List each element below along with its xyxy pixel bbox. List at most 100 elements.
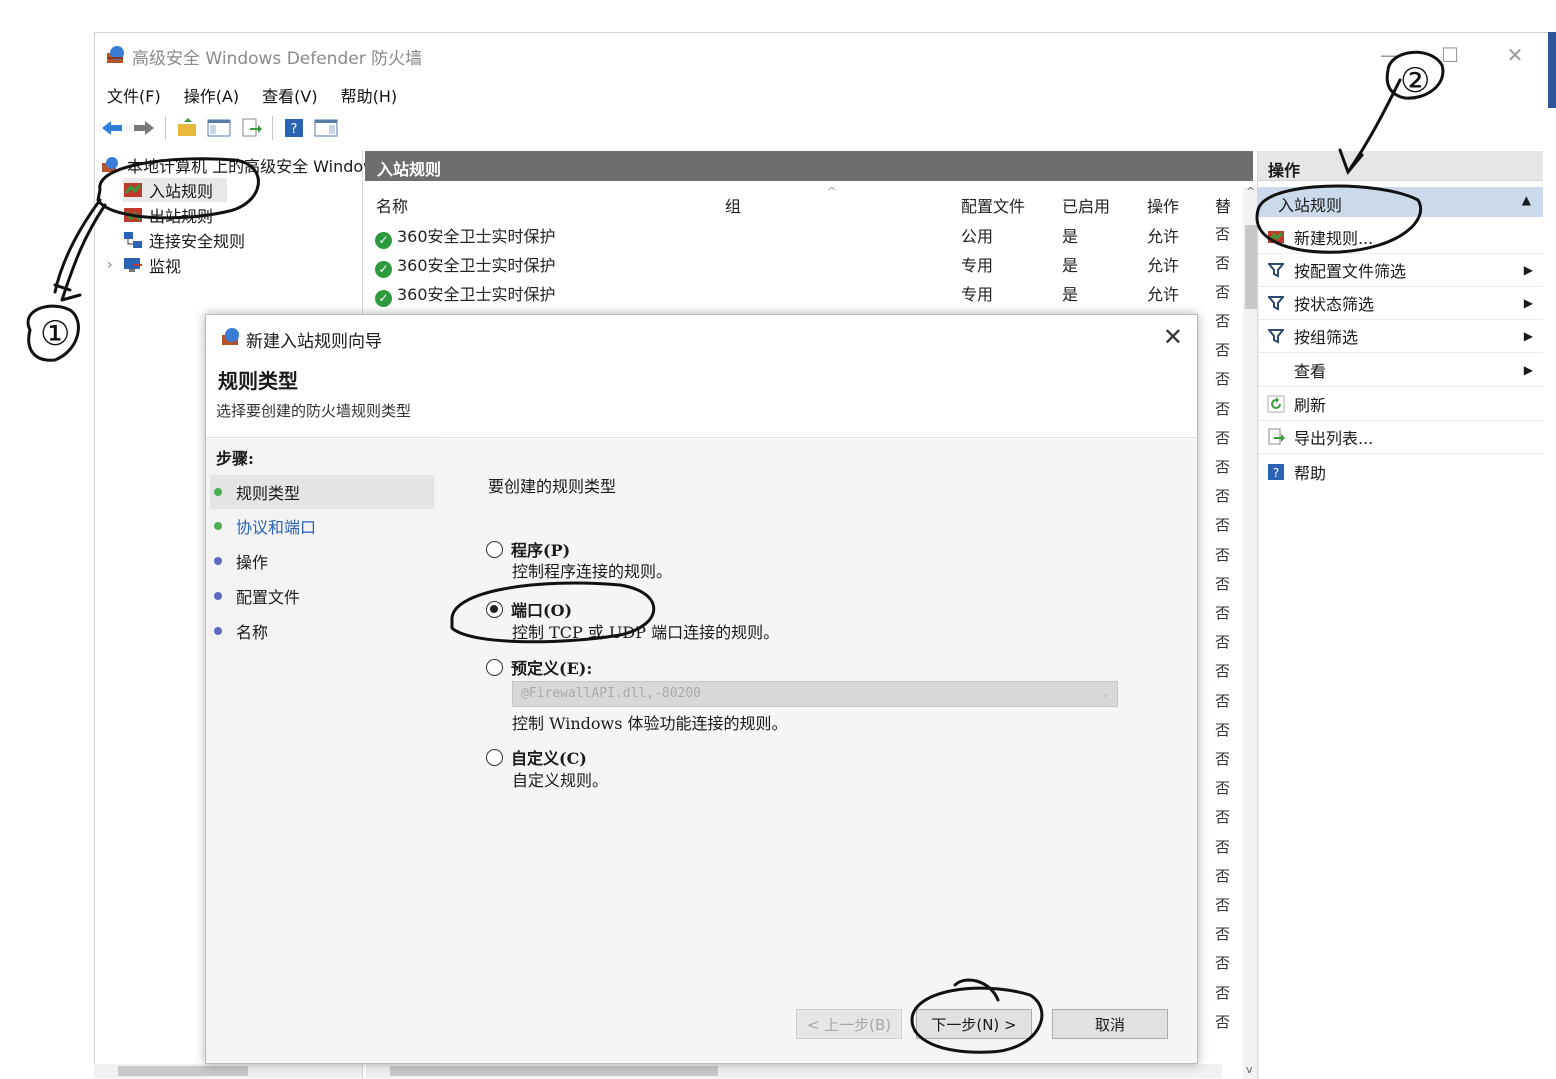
rule-override: 否 (1215, 225, 1231, 243)
tree-item-connection-security[interactable]: 连接安全规则 (123, 228, 245, 252)
actions-header: 操作 (1258, 151, 1543, 181)
action-pane-icon[interactable] (313, 115, 339, 141)
tree-horizontal-scrollbar[interactable] (94, 1064, 362, 1078)
option-custom[interactable]: 自定义(C) (486, 745, 587, 769)
actions-section-inbound[interactable]: 入站规则 ▲ (1258, 187, 1543, 217)
minimize-button[interactable]: — (1375, 43, 1405, 67)
predefined-rule-select[interactable]: @FirewallAPI.dll,-80200 ⌄ (512, 681, 1118, 707)
option-predefined[interactable]: 预定义(E): (486, 655, 592, 679)
action-filter-state[interactable]: 按状态筛选 ▶ (1258, 287, 1543, 320)
tree-item-outbound-rules[interactable]: 出站规则 (123, 203, 213, 227)
rule-enabled: 是 (1062, 256, 1079, 275)
actions-section-label: 入站规则 (1278, 196, 1343, 215)
rule-name-cell: ✓ 360安全卫士实时保护 (375, 252, 556, 278)
action-filter-profile[interactable]: 按配置文件筛选 ▶ (1258, 254, 1543, 287)
chevron-down-icon: ⌄ (1101, 685, 1109, 699)
step-rule-type[interactable]: 规则类型 (210, 475, 434, 509)
option-port[interactable]: 端口(O) (486, 597, 572, 621)
column-profile[interactable]: 配置文件 (961, 193, 1025, 217)
submenu-arrow-icon: ▶ (1523, 263, 1533, 277)
scroll-thumb[interactable] (390, 1066, 718, 1076)
radio-predefined[interactable] (486, 658, 503, 676)
menu-bar: 文件(F) 操作(A) 查看(V) 帮助(H) (95, 79, 408, 109)
step-action[interactable]: 操作 (210, 544, 434, 578)
step-bullet-icon (214, 522, 222, 530)
action-help[interactable]: ? 帮助 (1258, 455, 1543, 488)
close-button[interactable]: ✕ (1500, 43, 1530, 67)
radio-custom[interactable] (486, 748, 503, 766)
rule-enabled: 是 (1062, 227, 1079, 246)
next-button[interactable]: 下一步(N) > (916, 1009, 1032, 1039)
action-refresh[interactable]: 刷新 (1258, 388, 1543, 421)
rule-override: 否 (1215, 574, 1231, 593)
rules-panel-header: 入站规则 (365, 151, 1253, 181)
export-list-icon (1258, 428, 1294, 446)
column-action[interactable]: 操作 (1147, 193, 1179, 217)
action-label: 刷新 (1294, 396, 1327, 415)
show-hide-tree-icon[interactable] (206, 115, 232, 141)
scroll-thumb[interactable] (1245, 225, 1257, 309)
toolbar: ? (99, 113, 339, 143)
column-name[interactable]: 名称 (376, 193, 408, 217)
option-description: 控制 Windows 体验功能连接的规则。 (512, 714, 788, 733)
rule-override: 否 (1215, 896, 1231, 914)
action-view[interactable]: 查看 ▶ (1258, 354, 1543, 387)
help-icon[interactable]: ? (281, 115, 307, 141)
radio-program[interactable] (486, 540, 503, 558)
refresh-icon (1258, 395, 1294, 413)
rule-name-cell: ✓ 360安全卫士实时保护 (375, 281, 556, 307)
option-label: 自定义(C) (511, 749, 587, 768)
menu-file[interactable]: 文件(F) (95, 79, 172, 109)
new-inbound-rule-wizard: 新建入站规则向导 ✕ 规则类型 选择要创建的防火墙规则类型 步骤: 规则类型 协… (205, 314, 1198, 1064)
option-label: 预定义(E): (511, 659, 593, 678)
rule-override: 否 (1215, 720, 1231, 739)
maximize-button[interactable]: ☐ (1435, 43, 1465, 67)
tree-item-inbound-rules[interactable]: 入站规则 (123, 178, 227, 202)
tree-root[interactable]: 本地计算机 上的高级安全 Windows (101, 153, 385, 177)
menu-action[interactable]: 操作(A) (172, 79, 250, 109)
rule-override: 否 (1215, 866, 1231, 885)
help-icon: ? (1258, 463, 1294, 481)
rule-action: 允许 (1147, 227, 1180, 246)
up-folder-icon[interactable] (174, 115, 200, 141)
rule-profile: 专用 (961, 285, 994, 304)
tree-item-label: 出站规则 (149, 207, 214, 226)
step-bullet-icon (214, 627, 222, 635)
radio-port[interactable] (486, 600, 503, 618)
rule-enabled: 是 (1062, 285, 1079, 304)
tree-item-monitoring[interactable]: › 监视 (107, 253, 181, 277)
step-name[interactable]: 名称 (210, 614, 434, 648)
firewall-app-icon (222, 328, 239, 345)
scroll-up-icon[interactable]: ^ (1246, 185, 1255, 198)
rules-horizontal-scrollbar[interactable] (366, 1064, 1222, 1078)
scroll-down-icon[interactable]: v (1246, 1063, 1253, 1076)
step-protocol-ports[interactable]: 协议和端口 (210, 509, 434, 543)
rule-override: 否 (1215, 925, 1231, 944)
export-icon[interactable] (238, 115, 264, 141)
action-new-rule[interactable]: 新建规则... (1258, 221, 1543, 254)
scroll-thumb[interactable] (118, 1066, 248, 1076)
toolbar-separator (165, 116, 166, 140)
column-group[interactable]: 组 (725, 193, 741, 217)
expand-chevron-icon[interactable]: › (107, 257, 117, 273)
cancel-button[interactable]: 取消 (1052, 1009, 1168, 1039)
back-button[interactable]: < 上一步(B) (796, 1009, 902, 1039)
forward-arrow-icon[interactable] (131, 115, 157, 141)
column-override[interactable]: 替 (1215, 193, 1231, 217)
step-label: 名称 (236, 623, 269, 642)
option-description: 自定义规则。 (512, 771, 609, 790)
collapse-caret-icon[interactable]: ▲ (1522, 193, 1531, 207)
tree-item-label: 监视 (149, 257, 182, 276)
menu-view[interactable]: 查看(V) (250, 79, 328, 109)
back-arrow-icon[interactable] (99, 115, 125, 141)
submenu-arrow-icon: ▶ (1523, 296, 1533, 310)
step-profile[interactable]: 配置文件 (210, 579, 434, 613)
action-filter-group[interactable]: 按组筛选 ▶ (1258, 320, 1543, 353)
action-export-list[interactable]: 导出列表... (1258, 421, 1543, 454)
rule-override: 否 (1215, 691, 1231, 710)
menu-help[interactable]: 帮助(H) (329, 79, 409, 109)
wizard-close-button[interactable]: ✕ (1163, 323, 1183, 351)
step-label: 操作 (236, 553, 269, 572)
column-enabled[interactable]: 已启用 (1062, 193, 1110, 217)
action-label: 按组筛选 (1294, 328, 1359, 347)
